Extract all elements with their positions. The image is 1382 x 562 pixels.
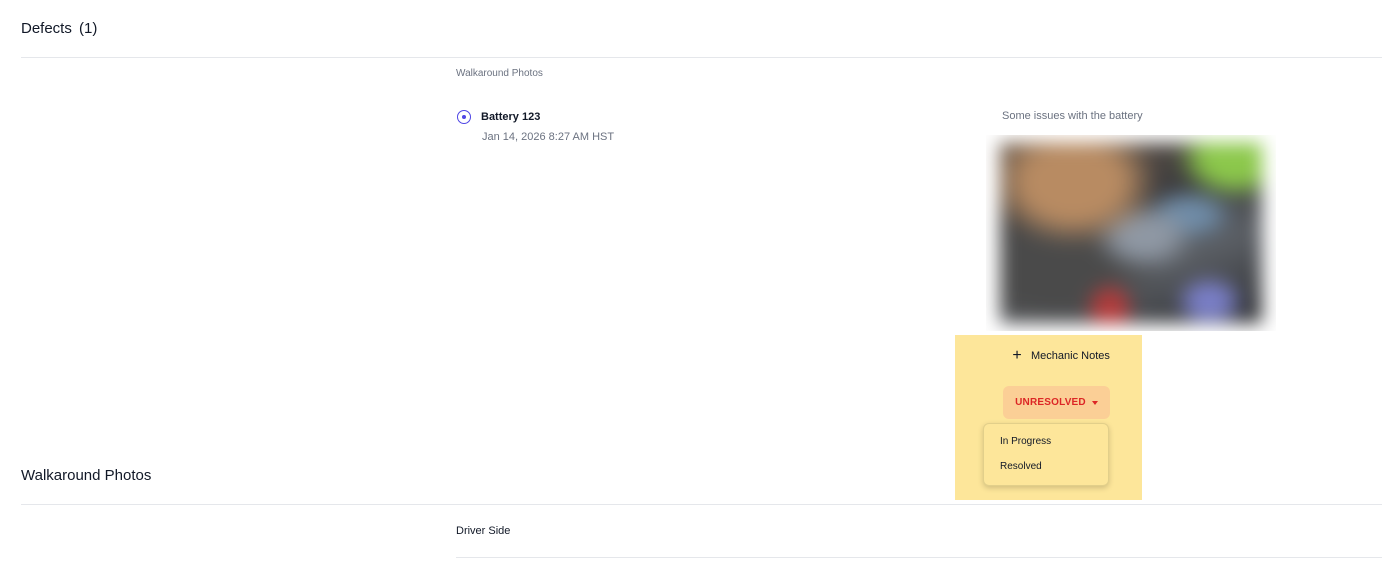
walkaround-title: Walkaround Photos [21, 467, 152, 484]
defects-title-text: Defects [21, 20, 72, 37]
defect-name: Battery 123 [481, 111, 541, 123]
status-option-resolved[interactable]: Resolved [1000, 461, 1042, 472]
defect-date: Jan 14, 2026 8:27 AM HST [482, 131, 615, 143]
walkaround-divider [21, 504, 1382, 505]
defect-source-label: Walkaround Photos [456, 68, 543, 79]
defect-description: Some issues with the battery [1002, 110, 1143, 122]
battery-photo[interactable] [986, 135, 1276, 331]
walkaround-item-divider [456, 557, 1382, 558]
add-mechanic-notes-button[interactable]: + Mechanic Notes [1010, 347, 1110, 364]
walkaround-photo-label[interactable]: Driver Side [456, 525, 510, 537]
status-dropdown-menu: In Progress Resolved [983, 423, 1109, 486]
caret-down-icon [1091, 401, 1098, 405]
status-current: UNRESOLVED [1015, 397, 1086, 408]
defects-divider [21, 57, 1382, 58]
status-dropdown-button[interactable]: UNRESOLVED [1003, 386, 1110, 419]
defects-count: (1) [79, 20, 98, 37]
mechanic-notes-label: Mechanic Notes [1031, 350, 1110, 362]
plus-icon: + [1012, 347, 1022, 364]
defects-title: Defects (1) [21, 20, 97, 37]
radio-target-icon [457, 110, 471, 124]
status-option-in-progress[interactable]: In Progress [1000, 436, 1051, 447]
